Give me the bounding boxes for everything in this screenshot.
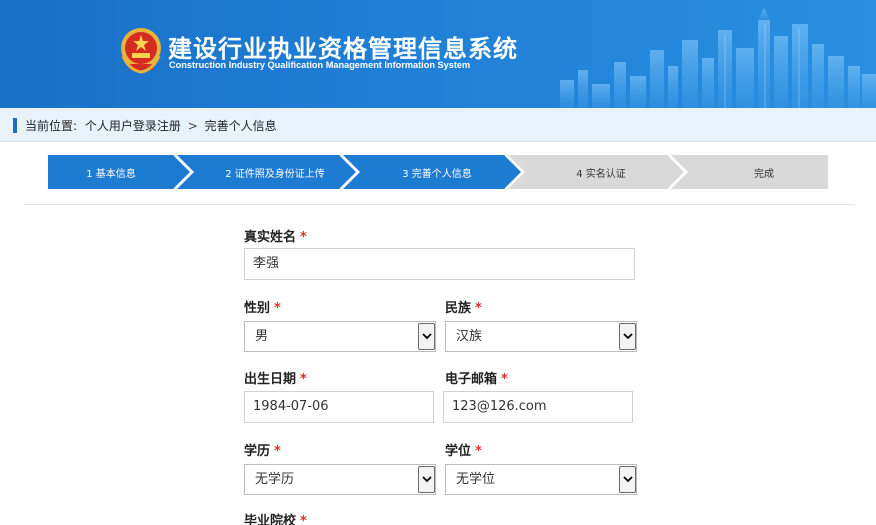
- step-complete-personal-info: 3 完善个人信息: [402, 169, 472, 180]
- breadcrumb: 当前位置: 个人用户登录注册 > 完善个人信息: [0, 108, 876, 142]
- degree-select[interactable]: 无学位: [445, 464, 637, 495]
- breadcrumb-item-complete-info: 完善个人信息: [204, 119, 277, 133]
- birth-date-input[interactable]: 1984-07-06: [244, 391, 434, 423]
- system-title-english: Construction Industry Qualification Mana…: [169, 60, 471, 70]
- gender-label: 性别 *: [244, 301, 281, 316]
- real-name-input[interactable]: 李强: [244, 248, 635, 280]
- gender-select[interactable]: 男: [244, 321, 436, 352]
- section-divider: [24, 204, 855, 205]
- step-real-name-verification: 4 实名认证: [576, 169, 626, 180]
- ethnicity-select-value: 汉族: [456, 329, 483, 344]
- header-banner: 建设行业执业资格管理信息系统 Construction Industry Qua…: [0, 0, 876, 108]
- required-mark: *: [475, 444, 482, 459]
- required-mark: *: [300, 372, 307, 387]
- degree-label: 学位 *: [445, 444, 482, 459]
- required-mark: *: [274, 444, 281, 459]
- system-title: 建设行业执业资格管理信息系统: [168, 35, 518, 63]
- email-input[interactable]: 123@126.com: [443, 391, 633, 423]
- required-mark: *: [300, 230, 307, 245]
- breadcrumb-separator: >: [187, 118, 198, 133]
- chevron-down-icon[interactable]: [418, 323, 435, 350]
- progress-steps: 1 基本信息 2 证件照及身份证上传 3 完善个人信息 4 实名认证 完成: [48, 155, 828, 189]
- chevron-down-icon[interactable]: [619, 466, 636, 493]
- email-label: 电子邮箱 *: [445, 372, 508, 387]
- school-label: 毕业院校 *: [244, 510, 307, 525]
- degree-select-value: 无学位: [456, 472, 496, 487]
- step-basic-info: 1 基本信息: [86, 169, 136, 180]
- required-mark: *: [475, 301, 482, 316]
- education-select[interactable]: 无学历: [244, 464, 436, 495]
- ethnicity-label: 民族 *: [445, 301, 482, 316]
- chevron-down-icon[interactable]: [619, 323, 636, 350]
- national-emblem-icon: [121, 28, 161, 74]
- breadcrumb-marker: [13, 118, 17, 133]
- education-label: 学历 *: [244, 444, 281, 459]
- required-mark: *: [300, 514, 307, 525]
- step-id-photo-upload: 2 证件照及身份证上传: [225, 169, 325, 180]
- breadcrumb-item-register[interactable]: 个人用户登录注册: [85, 119, 181, 133]
- required-mark: *: [501, 372, 508, 387]
- real-name-label: 真实姓名 *: [244, 230, 307, 245]
- breadcrumb-prefix: 当前位置:: [25, 119, 78, 133]
- gender-select-value: 男: [255, 329, 269, 344]
- birth-date-label: 出生日期 *: [244, 372, 307, 387]
- required-mark: *: [274, 301, 281, 316]
- chevron-down-icon[interactable]: [418, 466, 435, 493]
- ethnicity-select[interactable]: 汉族: [445, 321, 637, 352]
- education-select-value: 无学历: [255, 472, 295, 487]
- step-finish: 完成: [754, 169, 774, 180]
